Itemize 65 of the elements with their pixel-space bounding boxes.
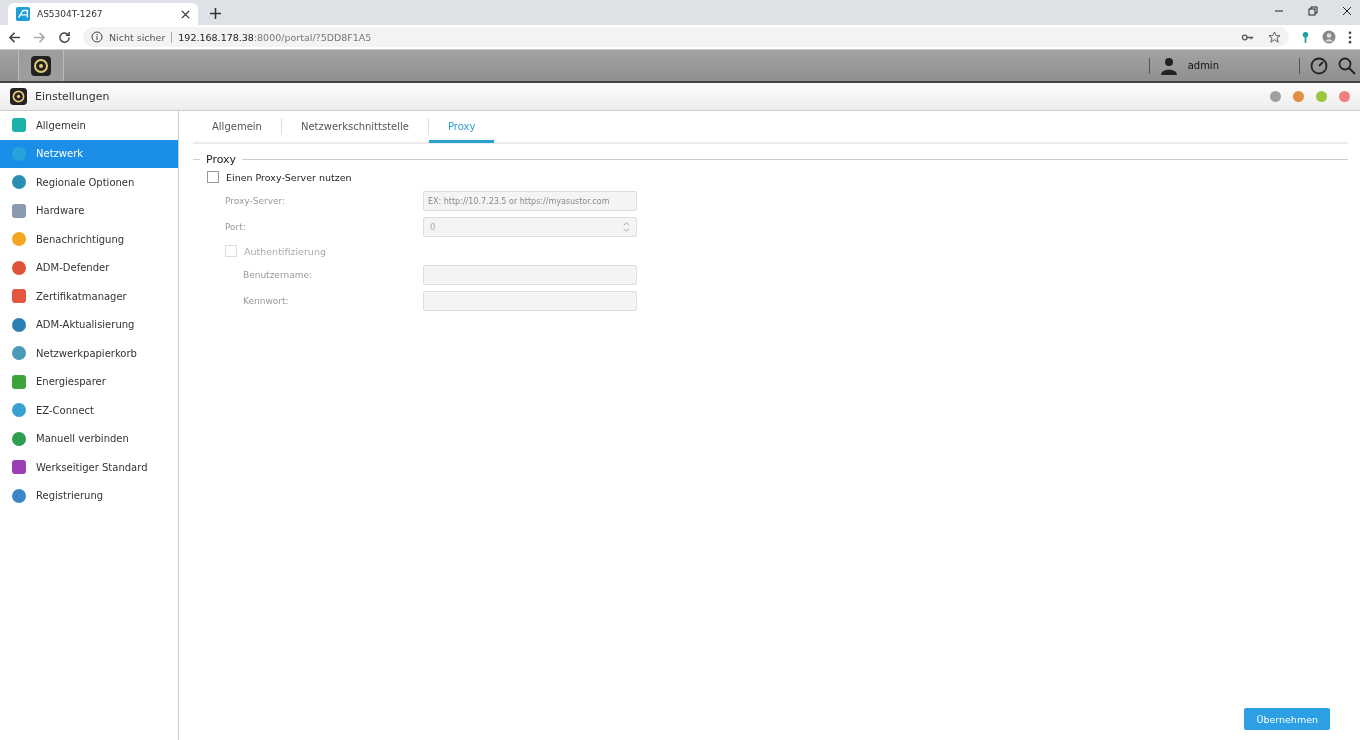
sidebar-item[interactable]: Allgemein	[0, 111, 178, 140]
profile-icon[interactable]	[1322, 30, 1336, 44]
category-icon	[11, 288, 27, 305]
window-control-dot[interactable]	[1293, 91, 1304, 102]
sidebar-item[interactable]: ADM-Aktualisierung	[0, 310, 178, 339]
reload-icon[interactable]	[58, 30, 71, 44]
restore-icon[interactable]	[1308, 6, 1318, 16]
sidebar-item[interactable]: Regionale Optionen	[0, 168, 178, 197]
settings-icon[interactable]	[31, 55, 51, 76]
url-text: 192.168.178.38:8000/portal/?5DD8F1A5	[178, 31, 372, 43]
taskbar-slot[interactable]	[18, 50, 64, 81]
field-label: Port:	[224, 222, 247, 232]
sidebar-item[interactable]: Manuell verbinden	[0, 424, 178, 453]
checkbox-label: Authentifizierung	[244, 245, 326, 257]
category-icon	[11, 345, 27, 362]
category-icon	[11, 202, 27, 219]
window-title: Einstellungen	[35, 90, 110, 103]
checkbox-label: Einen Proxy-Server nutzen	[226, 171, 352, 183]
settings-icon	[10, 88, 27, 105]
dashboard-icon[interactable]	[1310, 56, 1328, 75]
sidebar-item[interactable]: Netzwerkpapierkorb	[0, 339, 178, 368]
tab-title: AS5304T-1267	[37, 9, 104, 19]
tab[interactable]: Allgemein	[193, 112, 281, 143]
sidebar-item[interactable]: EZ-Connect	[0, 396, 178, 425]
extension-key-icon[interactable]	[1301, 30, 1310, 44]
category-icon	[11, 259, 27, 276]
category-icon	[11, 231, 27, 248]
info-icon	[91, 31, 103, 43]
browser-tab[interactable]: AS5304T-1267	[8, 3, 198, 25]
field-label: Kennwort:	[242, 296, 290, 306]
search-icon[interactable]	[1338, 56, 1356, 75]
menu-icon[interactable]	[1348, 30, 1352, 44]
category-icon	[11, 373, 27, 390]
category-icon	[11, 316, 27, 333]
category-icon	[11, 117, 27, 134]
field-label: Proxy-Server:	[224, 196, 287, 206]
back-icon[interactable]	[8, 30, 21, 44]
category-icon	[11, 174, 27, 191]
category-icon	[11, 402, 27, 419]
sidebar-item[interactable]: Zertifikatmanager	[0, 282, 178, 311]
sidebar-item[interactable]: Benachrichtigung	[0, 225, 178, 254]
user-name[interactable]: admin	[1187, 60, 1219, 71]
sidebar-item[interactable]: ADM-Defender	[0, 253, 178, 282]
category-icon	[11, 487, 27, 504]
section-title: Proxy	[206, 153, 237, 166]
address-bar[interactable]: Nicht sicher 192.168.178.38:8000/portal/?5DD8F1A5	[83, 27, 1289, 47]
category-icon	[11, 430, 27, 447]
sidebar-item[interactable]: Werkseitiger Standard	[0, 453, 178, 482]
sidebar-item[interactable]: Energiesparer	[0, 367, 178, 396]
checkbox[interactable]	[207, 171, 219, 183]
category-icon	[11, 459, 27, 476]
user-icon[interactable]	[1159, 56, 1178, 75]
tab[interactable]: Netzwerkschnittstelle	[281, 112, 428, 143]
field-label: Benutzername:	[242, 270, 313, 280]
star-icon[interactable]	[1268, 30, 1281, 44]
maximize-dot[interactable]	[1316, 91, 1327, 102]
close-icon[interactable]	[181, 9, 190, 19]
sidebar-item[interactable]: Registrierung	[0, 481, 178, 510]
window-control-dot[interactable]	[1270, 91, 1281, 102]
close-icon[interactable]	[1342, 6, 1352, 16]
close-dot[interactable]	[1339, 91, 1350, 102]
new-tab-icon[interactable]	[210, 8, 221, 19]
app-favicon-icon	[16, 7, 30, 21]
security-label: Nicht sicher	[109, 31, 173, 43]
sidebar-item[interactable]: Hardware	[0, 196, 178, 225]
